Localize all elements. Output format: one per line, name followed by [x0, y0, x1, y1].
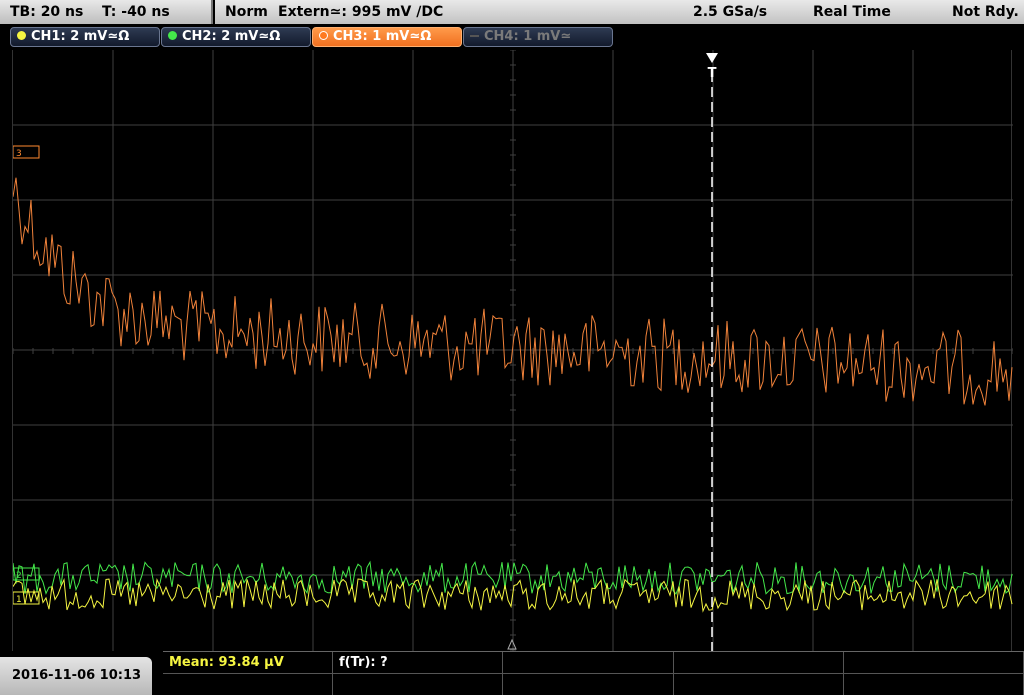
channel-1-label: CH1: 2 mV≃Ω [31, 29, 130, 44]
measurement-slot[interactable] [674, 652, 844, 674]
svg-text:3: 3 [16, 149, 22, 159]
measurement-slot[interactable] [844, 652, 1024, 674]
trigger-time-value: T: -40 ns [102, 4, 170, 20]
channel-3-label: CH3: 1 mV≃Ω [333, 29, 432, 44]
channel-2-label: CH2: 2 mV≃Ω [182, 29, 281, 44]
trigger-source: Extern≃: 995 mV ∕DC [278, 4, 444, 20]
channel-3-offset-marker[interactable]: 3 [13, 145, 40, 159]
waveform-display[interactable]: T 3 2 1 [12, 50, 1013, 651]
sample-rate: 2.5 GSa/s [693, 4, 768, 20]
measurement-slot[interactable] [163, 674, 333, 695]
trigger-mode: Norm [225, 4, 268, 20]
status-bar: TB: 20 ns T: -40 ns Norm Extern≃: 995 mV… [0, 0, 1024, 24]
channel-1-indicator-icon [17, 31, 26, 40]
measurement-slot[interactable] [333, 674, 503, 695]
trigger-bar[interactable]: Norm Extern≃: 995 mV ∕DC 2.5 GSa/s Real … [215, 0, 1024, 24]
svg-text:2: 2 [16, 571, 22, 581]
measurement-slot[interactable] [844, 674, 1024, 695]
svg-text:1: 1 [16, 595, 22, 605]
channel-2-tab[interactable]: CH2: 2 mV≃Ω [161, 27, 311, 47]
datetime-display: 2016-11-06 10:13 [0, 657, 152, 695]
acquisition-status: Not Rdy. [952, 4, 1019, 20]
waveform-canvas[interactable]: T 3 2 1 [13, 50, 1013, 651]
channel-4-indicator-icon [470, 35, 479, 37]
acquisition-mode: Real Time [813, 4, 891, 20]
channel-2-indicator-icon [168, 31, 177, 40]
timebase-box[interactable]: TB: 20 ns T: -40 ns [0, 0, 213, 24]
graticule [13, 50, 1013, 651]
trigger-position-arrow-icon[interactable] [706, 53, 718, 63]
channel-3-indicator-icon [319, 31, 328, 40]
timebase-value: TB: 20 ns [10, 4, 84, 20]
channel-4-label: CH4: 1 mV≃ [484, 29, 572, 44]
channel-3-tab[interactable]: CH3: 1 mV≃Ω [312, 27, 462, 47]
measurement-slot[interactable] [503, 652, 674, 674]
channel-1-tab[interactable]: CH1: 2 mV≃Ω [10, 27, 160, 47]
time-reference-icon [507, 638, 517, 650]
trigger-position-label: T [708, 66, 717, 81]
channel-4-tab[interactable]: CH4: 1 mV≃ [463, 27, 613, 47]
measurement-panel[interactable]: Mean: 93.84 µV f(Tr): ? [163, 651, 1024, 695]
measurement-slot[interactable] [674, 674, 844, 695]
measurement-mean[interactable]: Mean: 93.84 µV [163, 652, 333, 674]
channel-tabs: CH1: 2 mV≃Ω CH2: 2 mV≃Ω CH3: 1 mV≃Ω CH4:… [0, 24, 1024, 50]
measurement-rise-frequency[interactable]: f(Tr): ? [333, 652, 503, 674]
measurement-slot[interactable] [503, 674, 674, 695]
